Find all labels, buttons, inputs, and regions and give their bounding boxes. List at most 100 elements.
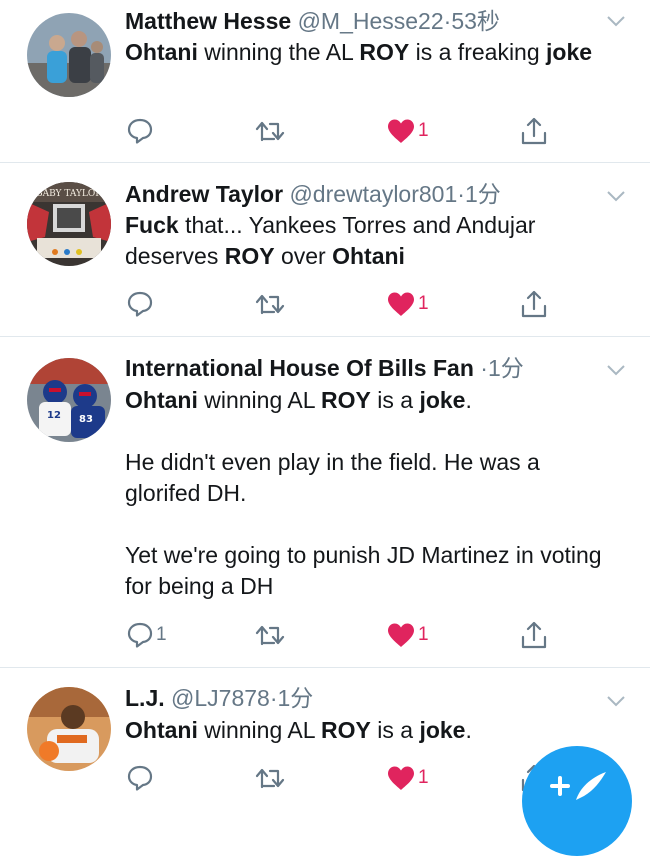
heart-icon xyxy=(388,623,414,647)
share-button[interactable] xyxy=(519,617,549,653)
like-count: 1 xyxy=(418,767,429,788)
retweet-button[interactable] xyxy=(254,286,286,322)
retweet-icon xyxy=(255,121,285,142)
share-button[interactable] xyxy=(519,286,549,322)
reply-button[interactable] xyxy=(126,113,156,149)
tweet-actions: 1 xyxy=(0,113,650,149)
avatar[interactable] xyxy=(27,687,111,771)
timestamp[interactable]: 1分 xyxy=(488,355,524,381)
tweet-paragraph: He didn't even play in the field. He was… xyxy=(125,447,615,509)
reply-icon xyxy=(127,765,153,791)
retweet-button[interactable] xyxy=(254,617,286,653)
text-run: is a freaking xyxy=(409,39,547,65)
like-button[interactable]: 1 xyxy=(386,286,429,322)
highlighted-keyword: joke xyxy=(546,39,593,65)
tweet-header: Andrew Taylor @drewtaylor801·1分 xyxy=(125,181,501,207)
heart-icon xyxy=(388,292,414,316)
display-name[interactable]: L.J. xyxy=(125,685,165,711)
highlighted-keyword: ROY xyxy=(359,39,410,65)
chevron-down-icon[interactable] xyxy=(606,189,626,203)
tweet[interactable]: BABY TAYLOR Andrew Taylor @drewtaylor801… xyxy=(0,163,650,337)
compose-icon xyxy=(550,772,606,800)
reply-icon xyxy=(127,291,153,317)
like-button[interactable]: 1 xyxy=(386,760,429,796)
like-count: 1 xyxy=(418,120,429,141)
tweet-header: International House Of Bills Fan ·1分 xyxy=(125,355,524,381)
retweet-button[interactable] xyxy=(254,760,286,796)
tweet-paragraph: Ohtani winning AL ROY is a joke. xyxy=(125,385,615,416)
like-count: 1 xyxy=(418,624,429,645)
retweet-icon xyxy=(255,294,285,315)
compose-tweet-button[interactable] xyxy=(522,746,632,856)
text-run: is a xyxy=(370,717,420,743)
chevron-down-icon[interactable] xyxy=(606,363,626,377)
tweet-text: Ohtani winning AL ROY is a joke. He didn'… xyxy=(125,385,615,602)
display-name[interactable]: Andrew Taylor xyxy=(125,181,283,207)
tweet-header: Matthew Hesse @M_Hesse22·53秒 xyxy=(125,8,500,34)
tweet-header: L.J. @LJ7878·1分 xyxy=(125,685,314,711)
tweet-paragraph: Fuck that... Yankees Torres and Andujar … xyxy=(125,210,615,272)
svg-text:12: 12 xyxy=(47,410,61,421)
text-run: winning AL xyxy=(197,387,322,413)
user-handle[interactable]: @drewtaylor801 xyxy=(289,181,457,207)
tweet-paragraph: Ohtani winning the AL ROY is a freaking … xyxy=(125,37,615,68)
text-run: is a xyxy=(370,387,420,413)
highlighted-keyword: Ohtani xyxy=(332,243,405,269)
tweet-paragraph: Yet we're going to punish JD Martinez in… xyxy=(125,540,615,602)
user-handle[interactable]: @M_Hesse22 xyxy=(298,8,444,34)
highlighted-keyword: Ohtani xyxy=(125,717,198,743)
reply-button[interactable] xyxy=(126,760,156,796)
text-run: Yet we're going to punish JD Martinez in… xyxy=(125,542,602,599)
tweet-text: Ohtani winning the AL ROY is a freaking … xyxy=(125,37,615,68)
tweet-actions: 1 1 xyxy=(0,617,650,653)
avatar[interactable]: 12 83 xyxy=(27,358,111,442)
retweet-icon xyxy=(255,625,285,646)
text-run: . xyxy=(465,387,472,413)
share-icon xyxy=(521,117,547,145)
reply-icon xyxy=(127,622,153,648)
retweet-icon xyxy=(255,768,285,789)
highlighted-keyword: Ohtani xyxy=(125,387,198,413)
reply-button[interactable]: 1 xyxy=(126,617,167,653)
avatar[interactable] xyxy=(27,13,111,97)
reply-button[interactable] xyxy=(126,286,156,322)
chevron-down-icon[interactable] xyxy=(606,694,626,708)
tweet-text: Ohtani winning AL ROY is a joke. xyxy=(125,715,615,746)
avatar-text: BABY TAYLOR xyxy=(36,189,102,199)
highlighted-keyword: ROY xyxy=(321,387,371,413)
text-run: He didn't even play in the field. He was… xyxy=(125,449,540,506)
timestamp[interactable]: 53秒 xyxy=(451,8,500,34)
share-icon xyxy=(521,290,547,318)
highlighted-keyword: joke xyxy=(419,387,466,413)
tweet-actions: 1 xyxy=(0,286,650,322)
share-icon xyxy=(521,621,547,649)
svg-text:83: 83 xyxy=(79,414,93,425)
tweet[interactable]: Matthew Hesse @M_Hesse22·53秒 Ohtani winn… xyxy=(0,0,650,163)
display-name[interactable]: International House Of Bills Fan xyxy=(125,355,474,381)
highlighted-keyword: ROY xyxy=(224,243,275,269)
timestamp[interactable]: 1分 xyxy=(278,685,314,711)
heart-icon xyxy=(388,766,414,790)
reply-icon xyxy=(127,118,153,144)
timestamp[interactable]: 1分 xyxy=(465,181,501,207)
tweet[interactable]: 12 83 International House Of Bills Fan ·… xyxy=(0,337,650,668)
tweet-text: Fuck that... Yankees Torres and Andujar … xyxy=(125,210,615,272)
chevron-down-icon[interactable] xyxy=(606,14,626,28)
highlighted-keyword: Fuck xyxy=(125,212,179,238)
reply-count: 1 xyxy=(156,624,167,645)
heart-icon xyxy=(388,119,414,143)
text-run: winning AL xyxy=(197,717,322,743)
retweet-button[interactable] xyxy=(254,113,286,149)
highlighted-keyword: joke xyxy=(419,717,466,743)
like-count: 1 xyxy=(418,293,429,314)
text-run: winning the AL xyxy=(197,39,360,65)
share-button[interactable] xyxy=(519,113,549,149)
user-handle[interactable]: @LJ7878 xyxy=(171,685,270,711)
display-name[interactable]: Matthew Hesse xyxy=(125,8,291,34)
highlighted-keyword: ROY xyxy=(321,717,371,743)
text-run: . xyxy=(465,717,472,743)
avatar[interactable]: BABY TAYLOR xyxy=(27,182,111,266)
like-button[interactable]: 1 xyxy=(386,617,429,653)
tweet-paragraph: Ohtani winning AL ROY is a joke. xyxy=(125,715,615,746)
like-button[interactable]: 1 xyxy=(386,113,429,149)
